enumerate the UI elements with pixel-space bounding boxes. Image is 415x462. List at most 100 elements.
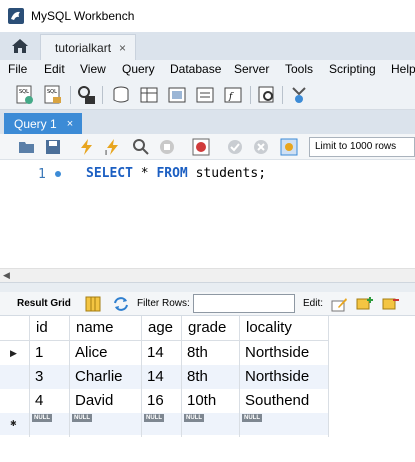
svg-text:SQL: SQL (47, 89, 57, 95)
column-header-id[interactable]: id (30, 316, 70, 341)
cell-grade[interactable]: 10th (182, 389, 240, 413)
column-header-grade[interactable]: grade (182, 316, 240, 341)
toolbar-separator (282, 86, 283, 104)
cell-name[interactable]: Alice (70, 341, 142, 365)
execute-current-icon[interactable]: I (104, 138, 122, 156)
result-grid-label[interactable]: Result Grid (17, 298, 71, 309)
code-table-name: students; (187, 166, 267, 181)
search-table-data-icon[interactable] (256, 84, 278, 106)
menu-query[interactable]: Query (122, 62, 155, 76)
null-badge: NULL (72, 414, 92, 422)
rollback-icon[interactable] (252, 138, 270, 156)
menu-scripting[interactable]: Scripting (329, 62, 376, 76)
cell-age[interactable]: 14 (142, 341, 182, 365)
editor-horizontal-scrollbar[interactable]: ◀ (0, 268, 415, 282)
toggle-continue-on-error-icon[interactable] (192, 138, 210, 156)
row-marker (0, 389, 30, 413)
cell-locality-null[interactable]: NULL (240, 413, 329, 437)
keyword-from: FROM (156, 166, 188, 181)
null-badge: NULL (242, 414, 262, 422)
result-grid[interactable]: id name age grade locality ▶ 1 Alice 14 … (0, 316, 415, 462)
edit-row-icon[interactable] (330, 295, 348, 313)
create-function-icon[interactable]: f (222, 84, 244, 106)
menu-file[interactable]: File (8, 62, 27, 76)
edit-label: Edit: (303, 298, 324, 309)
new-row-marker: ✱ (0, 413, 30, 437)
cell-grade-null[interactable]: NULL (182, 413, 240, 437)
menu-database[interactable]: Database (170, 62, 221, 76)
cell-name[interactable]: Charlie (70, 365, 142, 389)
explain-icon[interactable] (132, 138, 150, 156)
cell-name[interactable]: David (70, 389, 142, 413)
window-title: MySQL Workbench (31, 9, 135, 23)
cell-id[interactable]: 4 (30, 389, 70, 413)
menu-bar: File Edit View Query Database Server Too… (0, 60, 415, 80)
stop-icon[interactable] (158, 138, 176, 156)
title-bar: MySQL Workbench (0, 0, 415, 32)
inspector-icon[interactable] (76, 84, 98, 106)
column-header-age[interactable]: age (142, 316, 182, 341)
current-row-marker: ▶ (0, 341, 30, 365)
toolbar-separator (70, 86, 71, 104)
svg-text:I: I (105, 149, 107, 156)
table-row[interactable]: ▶ 1 Alice 14 8th Northside (0, 341, 329, 365)
menu-help[interactable]: Help (391, 62, 415, 76)
new-row[interactable]: ✱ NULL NULL NULL NULL NULL (0, 413, 329, 437)
close-icon[interactable]: × (119, 41, 126, 55)
commit-icon[interactable] (226, 138, 244, 156)
grid-layout-icon[interactable] (84, 295, 102, 313)
home-icon (12, 39, 28, 53)
keyword-select: SELECT (86, 166, 133, 181)
open-file-icon[interactable] (18, 138, 36, 156)
delete-row-icon[interactable] (382, 295, 400, 313)
menu-view[interactable]: View (80, 62, 106, 76)
null-badge: NULL (184, 414, 204, 422)
scroll-left-icon[interactable]: ◀ (3, 270, 10, 281)
panel-splitter[interactable] (0, 282, 415, 292)
connection-tab[interactable]: tutorialkart × (40, 34, 136, 60)
cell-locality[interactable]: Northside (240, 341, 329, 365)
column-header-locality[interactable]: locality (240, 316, 329, 341)
limit-rows-select[interactable]: Limit to 1000 rows (309, 137, 415, 157)
cell-age[interactable]: 14 (142, 365, 182, 389)
home-tab[interactable] (0, 32, 40, 60)
menu-edit[interactable]: Edit (44, 62, 65, 76)
sql-code-line: SELECT * FROM students; (86, 166, 266, 181)
query-tab-label: Query 1 (14, 116, 57, 131)
cell-locality[interactable]: Northside (240, 365, 329, 389)
menu-tools[interactable]: Tools (285, 62, 313, 76)
create-schema-icon[interactable] (110, 84, 132, 106)
statement-marker (55, 171, 61, 177)
query-tab[interactable]: Query 1 × (4, 113, 82, 134)
table-row[interactable]: 3 Charlie 14 8th Northside (0, 365, 329, 389)
create-procedure-icon[interactable] (194, 84, 216, 106)
table-row[interactable]: 4 David 16 10th Southend (0, 389, 329, 413)
cell-grade[interactable]: 8th (182, 365, 240, 389)
column-header-name[interactable]: name (70, 316, 142, 341)
null-badge: NULL (144, 414, 164, 422)
cell-id-null[interactable]: NULL (30, 413, 70, 437)
reconnect-icon[interactable] (288, 84, 310, 106)
open-sql-script-icon[interactable]: SQL (42, 84, 64, 106)
cell-age[interactable]: 16 (142, 389, 182, 413)
toggle-autocommit-icon[interactable] (280, 138, 298, 156)
cell-locality[interactable]: Southend (240, 389, 329, 413)
cell-age-null[interactable]: NULL (142, 413, 182, 437)
menu-server[interactable]: Server (234, 62, 269, 76)
refresh-icon[interactable] (112, 295, 130, 313)
create-table-icon[interactable] (138, 84, 160, 106)
close-icon[interactable]: × (67, 118, 73, 130)
execute-icon[interactable] (78, 138, 96, 156)
connection-tabstrip: tutorialkart × (0, 32, 415, 60)
cell-name-null[interactable]: NULL (70, 413, 142, 437)
grid-header-row: id name age grade locality (0, 316, 329, 341)
save-icon[interactable] (44, 138, 62, 156)
cell-id[interactable]: 1 (30, 341, 70, 365)
create-view-icon[interactable] (166, 84, 188, 106)
filter-rows-input[interactable] (193, 294, 295, 313)
new-sql-tab-icon[interactable]: SQL (14, 84, 36, 106)
cell-grade[interactable]: 8th (182, 341, 240, 365)
sql-editor[interactable]: 1 SELECT * FROM students; (0, 160, 415, 268)
cell-id[interactable]: 3 (30, 365, 70, 389)
insert-row-icon[interactable] (356, 295, 374, 313)
